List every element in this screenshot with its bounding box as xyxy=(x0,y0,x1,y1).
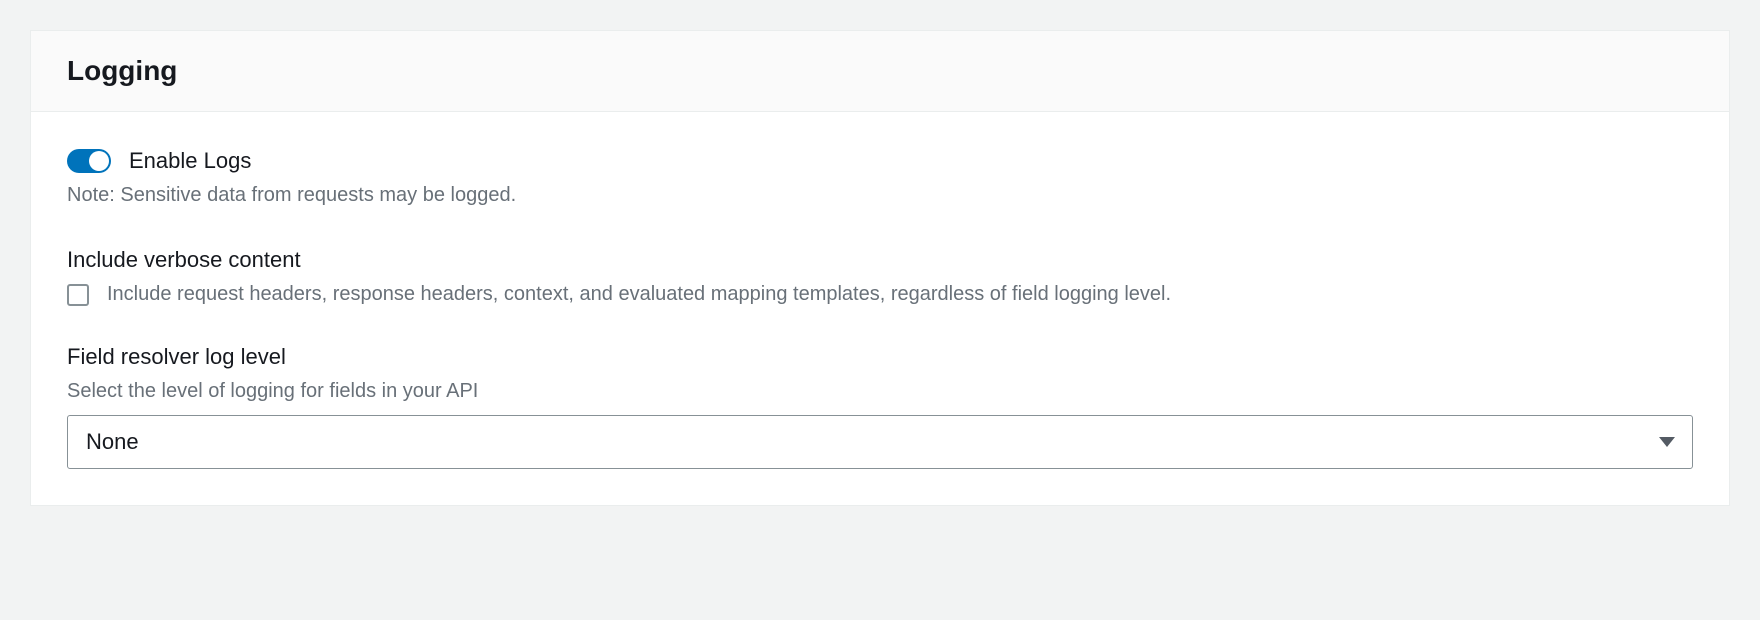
verbose-checkbox[interactable] xyxy=(67,284,89,306)
enable-logs-label: Enable Logs xyxy=(129,148,251,174)
enable-logs-toggle[interactable] xyxy=(67,149,111,173)
panel-title: Logging xyxy=(67,55,1693,87)
panel-header: Logging xyxy=(31,31,1729,112)
loglevel-heading: Field resolver log level xyxy=(67,344,1693,370)
verbose-heading: Include verbose content xyxy=(67,247,1693,273)
panel-body: Enable Logs Note: Sensitive data from re… xyxy=(31,112,1729,505)
loglevel-select-wrapper: None xyxy=(67,415,1693,469)
logging-panel: Logging Enable Logs Note: Sensitive data… xyxy=(30,30,1730,506)
verbose-checkbox-row: Include request headers, response header… xyxy=(67,283,1693,306)
toggle-knob xyxy=(89,151,109,171)
enable-logs-row: Enable Logs xyxy=(67,148,1693,174)
loglevel-selected-value: None xyxy=(86,429,139,455)
enable-logs-note: Note: Sensitive data from requests may b… xyxy=(67,184,1693,207)
loglevel-select[interactable]: None xyxy=(67,415,1693,469)
verbose-description: Include request headers, response header… xyxy=(107,283,1171,306)
loglevel-description: Select the level of logging for fields i… xyxy=(67,380,1693,403)
